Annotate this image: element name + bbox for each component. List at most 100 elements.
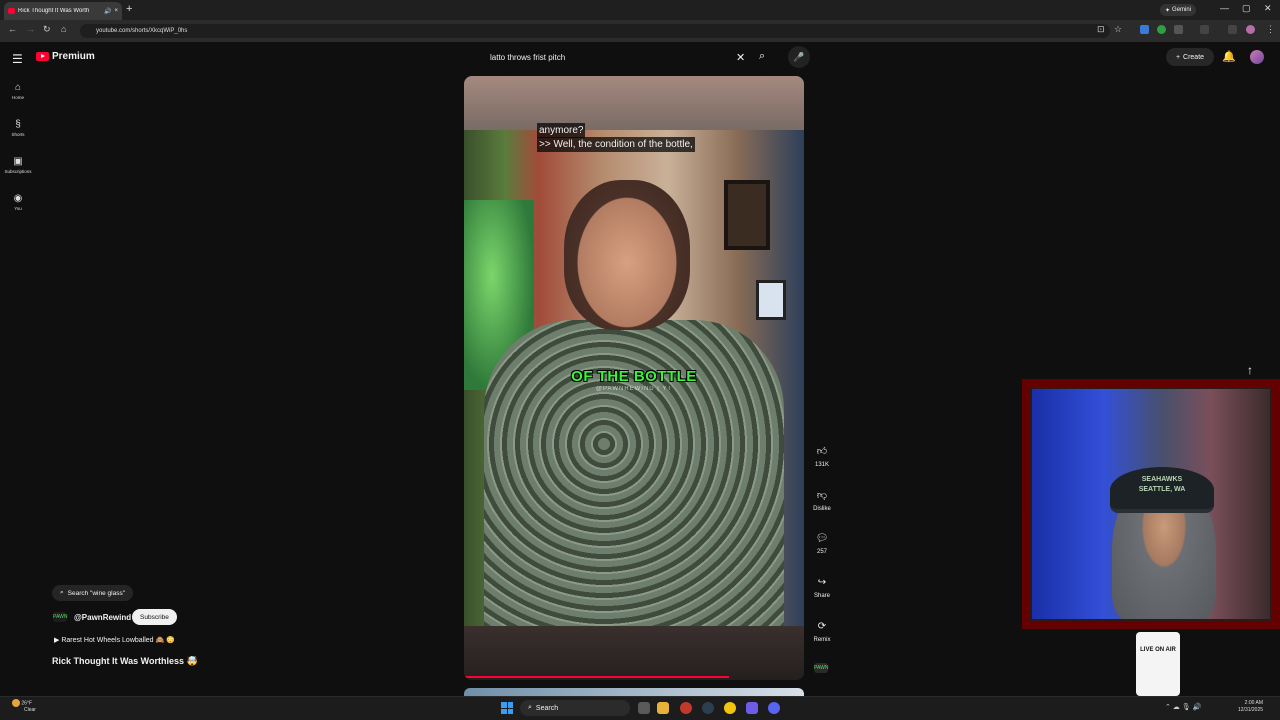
taskbar-search-label: Search [535,704,559,712]
clock-date: 12/31/2025 [1238,707,1264,713]
youtube-favicon-icon [8,8,15,14]
tab-search-icon[interactable] [1228,25,1237,34]
channel-avatar[interactable]: PAWN [53,612,67,622]
burned-in-caption: OF THE BOTTLE [571,368,697,385]
share-label: Share [813,593,830,599]
channel-thumbnail[interactable]: PAWN [814,663,828,673]
shorts-icon: § [15,119,21,130]
comment-icon: 💬︎ [815,533,829,544]
search-input[interactable]: latto throws frist pitch [480,47,780,67]
person-shirt [484,320,784,630]
app-icon[interactable] [746,702,758,714]
profile-avatar[interactable] [1246,25,1255,34]
sidebar-item-label: Home [11,95,24,100]
playback-progress-bar[interactable] [464,676,730,678]
discord-icon[interactable] [768,702,780,714]
brand-label: Premium [52,51,95,62]
remix-icon: ⟳ [817,621,827,632]
search-value: latto throws frist pitch [490,52,566,62]
back-icon[interactable]: ← [8,24,17,34]
play-icon: ▶ [54,637,60,644]
comments-button[interactable]: 💬︎ 257 [810,533,834,555]
related-video-link[interactable]: ▶ Rarest Hot Wheels Lowballed 🙈 😳 [54,636,175,644]
new-tab-button[interactable]: + [126,3,132,15]
comment-count: 257 [816,549,827,555]
sidebar-item-home[interactable]: ⌂ Home [4,82,32,100]
menu-kebab-icon[interactable]: ⋮ [1266,24,1275,35]
home-icon: ⌂ [14,82,22,93]
cap-text: SEAHAWKS [1141,476,1183,483]
sidebar-item-subscriptions[interactable]: ▣ Subscriptions [4,156,32,174]
subscriptions-icon: ▣ [13,156,23,167]
reload-icon[interactable]: ↻ [43,24,51,35]
arrow-up-icon[interactable]: ↑ [1247,363,1253,377]
account-avatar[interactable] [1250,50,1264,64]
clock-time: 2:00 AM [1244,700,1264,706]
voice-search-button[interactable]: 🎤 [788,46,810,68]
clear-search-icon[interactable]: ✕ [736,51,745,64]
share-icon: ↪ [817,577,827,588]
video-watermark: @PAWNREWIND | YT [595,386,673,392]
system-tray-icons[interactable]: ⌃ ☁ 🎙 🔊 [1165,703,1201,711]
shorts-video-player[interactable]: anymore? >> Well, the condition of the b… [464,76,804,680]
forward-icon[interactable]: → [26,24,35,34]
plus-icon: + [1175,53,1181,61]
sidebar-item-label: Shorts [11,132,25,137]
address-bar[interactable]: youtube.com/shorts/XkcqWiP_0hs [80,24,1110,38]
remix-button[interactable]: ⟳ Remix [810,621,834,643]
youtube-logo-icon [36,52,49,61]
gemini-button[interactable]: ✦ Gemini [1160,4,1197,16]
app-icon[interactable] [680,702,692,714]
webcam-feed: SEAHAWKS SEATTLE, WA [1032,389,1270,619]
windows-start-icon[interactable] [501,702,513,714]
taskbar-search[interactable]: ⌕ Search [520,700,630,716]
browser-tab-bar [0,0,1280,20]
install-app-icon[interactable]: ⊡ [1097,24,1105,35]
extension-icon[interactable] [1157,25,1166,34]
bookmark-star-icon[interactable]: ☆ [1114,24,1122,35]
gemini-label: Gemini [1172,7,1192,13]
chrome-icon[interactable] [724,702,736,714]
hamburger-menu-icon[interactable]: ☰ [12,52,23,66]
thumbs-down-icon: 👎︎ [816,490,828,501]
dislike-button[interactable]: 👎︎ Dislike [810,489,834,512]
home-icon[interactable]: ⌂ [61,24,66,34]
related-search-pill[interactable]: ⌕ Search "wine glass" [52,585,134,601]
seahawks-cap: SEAHAWKS SEATTLE, WA [1110,467,1214,513]
search-icon: ⌕ [60,589,64,596]
subscribe-button[interactable]: Subscribe [132,609,177,625]
maximize-button[interactable]: ▢ [1242,3,1251,14]
file-explorer-icon[interactable] [657,702,669,714]
close-window-button[interactable]: ✕ [1264,3,1272,14]
create-button[interactable]: + Create [1166,48,1214,66]
video-blur-bottom [464,626,804,680]
thumbs-up-icon: 👍︎ [816,446,828,457]
weather-widget[interactable]: 26°F Clear [12,699,36,714]
app-icon[interactable] [702,702,714,714]
sidebar-item-you[interactable]: ◉ You [4,193,32,211]
tab-title: Rick Thought It Was Worth [18,8,90,14]
url-text: youtube.com/shorts/XkcqWiP_0hs [96,28,188,34]
like-count: 131K [814,462,829,468]
sidebar-item-shorts[interactable]: § Shorts [4,119,32,137]
sidebar-toggle-icon[interactable] [1200,25,1209,34]
tab-audio-icon: 🔊 [104,8,112,15]
channel-name[interactable]: @PawnRewind [74,613,131,622]
framed-item [756,280,786,320]
clock[interactable]: 2:00 AM 12/31/2025 [1238,700,1263,714]
like-button[interactable]: 👍︎ 131K [810,445,834,468]
youtube-premium-logo[interactable]: Premium [36,51,95,62]
share-button[interactable]: ↪ Share [810,577,834,599]
sidebar-item-label: Subscriptions [4,169,32,174]
notifications-bell-icon[interactable]: 🔔 [1222,50,1236,63]
extensions-puzzle-icon[interactable] [1174,25,1183,34]
task-view-icon[interactable] [638,702,650,714]
tab-close-icon[interactable]: × [114,8,118,14]
sidebar-item-label: You [14,206,22,211]
closed-caption-line: anymore? [537,123,586,138]
browser-tab[interactable]: Rick Thought It Was Worth 🔊 × [4,2,122,20]
minimize-button[interactable]: — [1220,3,1229,13]
search-icon[interactable]: ⌕ [759,50,765,63]
framed-painting [724,180,770,250]
extension-icon[interactable] [1140,25,1149,34]
